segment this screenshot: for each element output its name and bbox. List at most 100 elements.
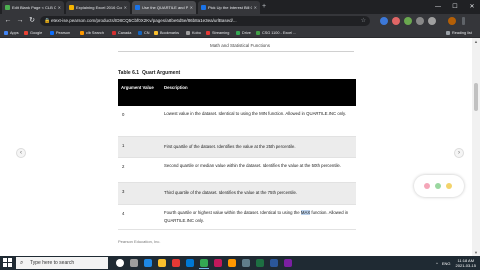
green-color-icon[interactable] [435,183,441,189]
tab-edit-blank-page[interactable]: Edit Blank Page < CLB CSG 1TC ✕ [2,1,64,14]
table-caption-title: Quart Argument [142,70,181,76]
extension-icon[interactable] [380,17,388,25]
table-row: 1 First quartile of the dataset. Identif… [118,137,356,158]
new-tab-button[interactable]: + [262,2,266,12]
extension-icon[interactable] [392,17,400,25]
bookmark-streaming[interactable]: Streaming [206,28,229,38]
tab-quartile-percentile[interactable]: Use the QUARTILE and PERCENTIL ✕ [132,1,196,14]
clb-icon [80,31,84,35]
bookmark-label: Drive [242,31,251,35]
language-indicator[interactable]: ENG [442,261,451,266]
tab-favicon-icon [5,5,10,10]
bookmark-apps[interactable]: Apps [4,28,19,38]
tab-label: Edit Blank Page < CLB CSG 1TC [12,5,56,10]
bookmark-csg-excel[interactable]: CSG 1100 - Excel ... [256,28,296,38]
tab-close-icon[interactable]: ✕ [190,5,193,10]
tab-favicon-icon [69,5,74,10]
next-page-button[interactable]: › [454,148,464,158]
tab-label: Use the QUARTILE and PERCENTIL [142,5,188,10]
app-icon[interactable] [172,259,180,267]
tray-overflow-icon[interactable]: ^ [436,261,438,266]
active-app-indicator [199,268,209,269]
mail-icon[interactable] [186,259,194,267]
app-icon[interactable] [242,259,250,267]
taskbar-search-box[interactable]: ⌕ Type here to search [16,257,108,269]
bookmark-label: clb Search [86,31,104,35]
argument-value-cell: 3 [122,189,125,194]
bookmark-label: CN [144,31,150,35]
word-icon[interactable] [270,259,278,267]
tab-favicon-icon [135,5,140,10]
extension-icon[interactable] [404,17,412,25]
tab-label: Explaining Excel 2016 Composite [76,5,122,10]
chrome-icon[interactable] [200,259,208,267]
clock[interactable]: 11:18 AM 2021-03-15 [456,258,476,268]
bookmark-label: Kobo [192,31,201,35]
app-icon[interactable] [214,259,222,267]
app-icon[interactable] [284,259,292,267]
search-icon: ⌕ [20,260,24,266]
tab-favicon-icon [201,5,206,10]
table-row: 2 Second quartile or median value within… [118,158,356,183]
description-text: Third quartile of the dataset. Identifie… [164,190,298,195]
yellow-color-icon[interactable] [446,183,452,189]
task-view-icon[interactable] [130,259,138,267]
reload-button[interactable]: ↻ [27,14,37,28]
color-tool-bubble[interactable] [414,175,464,197]
minimize-button[interactable]: — [430,0,446,14]
tab-explaining-excel[interactable]: Explaining Excel 2016 Composite ✕ [66,1,130,14]
kobo-icon [186,31,190,35]
bookmark-clb-search[interactable]: clb Search [80,28,104,38]
extension-puzzle-icon[interactable] [416,17,424,25]
pink-color-icon[interactable] [424,183,430,189]
windows-taskbar: ⌕ Type here to search ^ ENG 11:18 AM 202… [0,256,480,270]
bookmark-label: Apps [10,31,19,35]
address-bar[interactable]: 🔒 etext-ise.pearson.com/products/ID8CQ5C… [40,16,370,26]
scroll-up-arrow-icon[interactable]: ▲ [472,38,480,45]
tab-close-icon[interactable]: ✕ [124,5,127,10]
bookmark-star-icon[interactable]: ☆ [361,16,366,26]
bookmark-canada[interactable]: Canada [112,28,131,38]
description-cell: Second quartile or median value within t… [164,162,352,170]
browser-tab-strip: Edit Blank Page < CLB CSG 1TC ✕ Explaini… [0,0,480,14]
bookmark-label: Pearson [56,31,71,35]
cortana-icon[interactable] [116,259,124,267]
bookmark-label: CSG 1100 - Excel ... [262,31,297,35]
scroll-down-arrow-icon[interactable]: ▼ [472,249,480,256]
previous-page-button[interactable]: ‹ [16,148,26,158]
scroll-thumb[interactable] [474,83,478,111]
tab-close-icon[interactable]: ✕ [254,5,257,10]
back-button[interactable]: ← [3,14,13,28]
tab-close-icon[interactable]: ✕ [58,5,61,10]
edge-icon[interactable] [144,259,152,267]
bookmark-kobo[interactable]: Kobo [186,28,201,38]
description-cell: First quartile of the dataset. Identifie… [164,143,352,151]
bookmark-bookmarks[interactable]: Bookmarks [154,28,179,38]
highlighted-text[interactable]: MAX [300,210,311,215]
bookmark-cn[interactable]: CN [138,28,149,38]
close-window-button[interactable]: ✕ [464,0,480,14]
excel-icon[interactable] [256,259,264,267]
search-placeholder: Type here to search [30,260,75,266]
maximize-button[interactable]: ☐ [447,0,463,14]
page-scrollbar[interactable]: ▲ ▼ [472,38,480,256]
url-text[interactable]: etext-ise.pearson.com/products/ID8CQ5Cbf… [51,16,351,26]
bookmark-label: Streaming [212,31,230,35]
reading-list-icon[interactable] [428,17,436,25]
file-explorer-icon[interactable] [158,259,166,267]
description-text: First quartile of the dataset. Identifie… [164,144,296,149]
forward-button[interactable]: → [15,14,25,28]
app-icon[interactable] [228,259,236,267]
description-cell: Fourth quartile or highest value within … [164,209,352,225]
bookmark-drive[interactable]: Drive [236,28,251,38]
table-header: Argument Value Description [118,79,356,106]
profile-avatar[interactable] [448,17,456,25]
bookmark-google[interactable]: Google [24,28,42,38]
bookmark-pearson[interactable]: Pearson [50,28,70,38]
description-cell: Lowest value in the dataset. Identical t… [164,110,352,118]
tab-interest-bill[interactable]: Pick Up the Interest Bill Comple ✕ [198,1,260,14]
windows-start-icon[interactable] [3,258,13,268]
argument-value-cell: 1 [122,143,125,148]
menu-dots-icon[interactable] [462,17,465,25]
reading-list-button[interactable]: Reading list [446,28,472,38]
